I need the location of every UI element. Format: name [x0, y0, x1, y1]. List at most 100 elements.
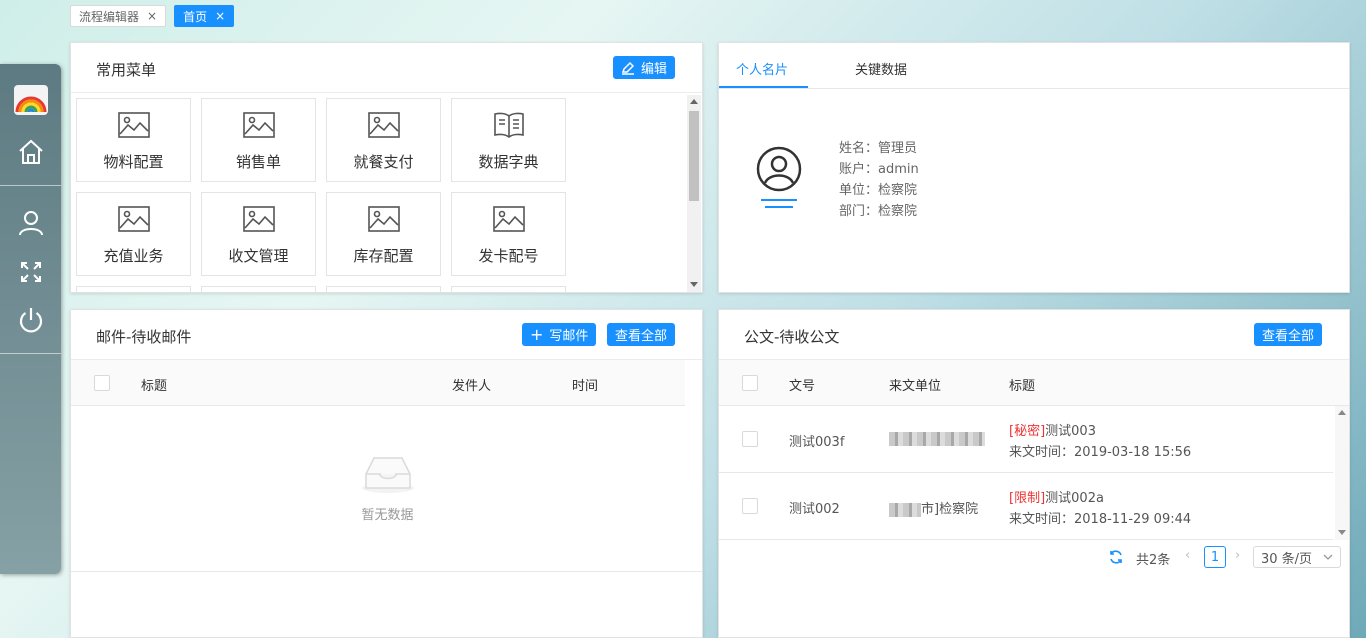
image-icon [243, 206, 275, 236]
table-row[interactable]: 测试003f [秘密]测试003 来文时间：2019-03-18 15:56 [719, 406, 1333, 473]
menu-item-label: 发卡配号 [478, 247, 539, 265]
side-nav [0, 64, 61, 574]
tab-profile-card[interactable]: 个人名片 [736, 59, 788, 78]
doc-number: 测试002 [789, 502, 840, 517]
profile-panel: 个人名片 关键数据 姓名：管理员 账户：admin 单位：检察院 部门：检察院 [718, 42, 1350, 293]
image-icon [368, 206, 400, 236]
view-all-mail-button[interactable]: 查看全部 [607, 323, 676, 346]
power-icon[interactable] [0, 298, 61, 342]
redacted-text [889, 431, 985, 446]
write-mail-label: 写邮件 [549, 329, 589, 344]
rainbow-logo-icon[interactable] [0, 78, 61, 122]
write-mail-button[interactable]: + 写邮件 [522, 323, 597, 346]
menu-item-label: 库存配置 [353, 247, 414, 265]
menu-item[interactable]: 物料配置 [76, 98, 191, 182]
field-label: 部门： [839, 204, 879, 219]
profile-account-row: 账户：admin [839, 159, 919, 180]
tab-bar: 流程编辑器 × 首页 × [70, 5, 235, 27]
scroll-thumb[interactable] [689, 111, 699, 201]
scroll-down-icon[interactable] [690, 282, 698, 287]
doc-number: 测试003f [789, 435, 845, 450]
panel-title: 公文-待收公文 [744, 328, 840, 346]
image-icon [493, 206, 525, 236]
book-icon [493, 112, 525, 142]
select-all-checkbox[interactable] [94, 375, 110, 391]
page-1-button[interactable]: 1 [1204, 546, 1226, 568]
col-title: 标题 [1009, 379, 1036, 394]
doc-time: 来文时间：2019-03-18 15:56 [1009, 445, 1192, 460]
tab-underline [719, 86, 808, 88]
menu-item[interactable]: 就餐支付 [326, 98, 441, 182]
home-icon[interactable] [0, 130, 61, 174]
menu-item[interactable]: 收文管理 [201, 192, 316, 276]
profile-dept-row: 部门：检察院 [839, 201, 919, 222]
scroll-down-icon[interactable] [1338, 530, 1346, 535]
menu-grid: 物料配置 销售单 就餐支付 数据字典充值业务 收文管理 库存配置 发卡配号 [76, 98, 686, 292]
user-icon[interactable] [0, 201, 61, 245]
profile-tabs: 个人名片 关键数据 [719, 43, 1349, 89]
scroll-up-icon[interactable] [690, 99, 698, 104]
profile-unit-row: 单位：检察院 [839, 180, 919, 201]
col-number: 文号 [789, 379, 816, 394]
chevron-down-icon [1323, 554, 1333, 560]
view-all-docs-button[interactable]: 查看全部 [1254, 323, 1323, 346]
page-size-value: 30 条/页 [1261, 551, 1313, 567]
col-time: 时间 [572, 379, 599, 394]
scroll-up-icon[interactable] [1338, 410, 1346, 415]
next-page-icon[interactable]: › [1235, 548, 1240, 563]
menu-item[interactable]: 发卡配号 [451, 192, 566, 276]
page-size-select[interactable]: 30 条/页 [1253, 546, 1341, 568]
menu-item[interactable]: 销售单 [201, 98, 316, 182]
menu-item[interactable] [201, 286, 316, 292]
select-all-checkbox[interactable] [742, 375, 758, 391]
plus-icon: + [530, 324, 544, 344]
tab-label: 流程编辑器 [79, 9, 140, 24]
field-label: 账户： [839, 162, 879, 177]
restricted-tag: [限制] [1009, 491, 1046, 506]
panel-header: 邮件-待收邮件 + 写邮件 查看全部 [71, 310, 702, 360]
menu-item[interactable] [451, 286, 566, 292]
common-menu-panel: 常用菜单 编辑 物料配置 销售单 就餐支付 数据字典充值业务 收文管理 库存配置 发卡配号 [70, 42, 703, 293]
menu-item-label: 物料配置 [103, 153, 164, 171]
menu-item[interactable]: 库存配置 [326, 192, 441, 276]
close-icon[interactable]: × [215, 10, 225, 22]
refresh-icon[interactable] [1108, 549, 1124, 569]
col-unit: 来文单位 [889, 379, 942, 394]
nav-divider [0, 353, 61, 354]
menu-item[interactable] [76, 286, 191, 292]
panel-header: 公文-待收公文 查看全部 [719, 310, 1349, 360]
image-icon [368, 112, 400, 142]
table-row[interactable]: 测试002 市]检察院 [限制]测试002a 来文时间：2018-11-29 0… [719, 473, 1333, 540]
mail-panel: 邮件-待收邮件 + 写邮件 查看全部 标题 发件人 时间 暂无数据 [70, 309, 703, 638]
nav-divider [0, 185, 61, 186]
doc-unit: 市]检察院 [889, 498, 978, 517]
menu-item[interactable]: 数据字典 [451, 98, 566, 182]
edit-label: 编辑 [641, 62, 668, 77]
tab-flow-editor[interactable]: 流程编辑器 × [70, 5, 167, 27]
tab-home[interactable]: 首页 × [174, 5, 235, 27]
panel-header: 常用菜单 编辑 [71, 43, 702, 93]
panel-title: 邮件-待收邮件 [96, 328, 192, 346]
menu-item[interactable] [326, 286, 441, 292]
doc-title[interactable]: [限制]测试002a [1009, 487, 1104, 506]
menu-item-label: 销售单 [235, 153, 281, 171]
close-icon[interactable]: × [147, 10, 157, 22]
menu-item-label: 充值业务 [103, 247, 164, 265]
menu-scrollbar[interactable] [687, 95, 701, 292]
row-checkbox[interactable] [742, 431, 758, 447]
prev-page-icon[interactable]: ‹ [1185, 548, 1190, 563]
empty-text: 暂无数据 [361, 508, 414, 523]
row-checkbox[interactable] [742, 498, 758, 514]
menu-item-label: 收文管理 [228, 247, 289, 265]
menu-item[interactable]: 充值业务 [76, 192, 191, 276]
field-label: 姓名： [839, 141, 879, 156]
view-all-label: 查看全部 [615, 329, 668, 344]
doc-scrollbar[interactable] [1335, 406, 1349, 540]
doc-title[interactable]: [秘密]测试003 [1009, 420, 1096, 439]
edit-button[interactable]: 编辑 [613, 56, 676, 79]
profile-name-row: 姓名：管理员 [839, 138, 919, 159]
tab-label: 首页 [183, 9, 208, 24]
tab-key-data[interactable]: 关键数据 [855, 59, 907, 78]
fullscreen-icon[interactable] [0, 250, 61, 294]
unit-suffix: 市]检察院 [921, 502, 979, 517]
